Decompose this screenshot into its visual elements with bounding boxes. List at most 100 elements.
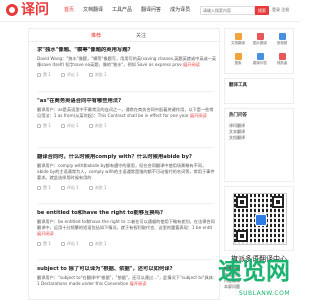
comment-button[interactable]: 评论 1 (60, 72, 79, 78)
view-count: 浏览 1 (94, 72, 107, 77)
tool-label: 翻译问答 (253, 61, 267, 65)
comment-icon (60, 124, 65, 128)
search-input[interactable] (200, 6, 255, 15)
comment-count: 评论 1 (66, 72, 79, 77)
comment-icon (60, 186, 65, 190)
tool-qa[interactable]: 翻译问答 (249, 53, 271, 66)
popular-item[interactable]: 文档翻译 (229, 135, 245, 141)
divider (37, 91, 213, 92)
tab-recommend[interactable]: 推荐 (91, 32, 101, 39)
nav-item-home[interactable]: 首页 (64, 6, 74, 14)
comment-count: 评论 1 (66, 123, 79, 128)
qr-code (233, 193, 287, 245)
comment-button[interactable]: 评论 1 (60, 185, 79, 191)
like-count: 赞 1 (43, 123, 51, 128)
list-item[interactable]: 翻译合同时，什么时候用comply with？什么时候用abide by? 翻译… (37, 154, 217, 191)
list-item[interactable]: subject to 除了可以译为"根据、依据"，还可以如何译? 翻译用户："s… (37, 266, 217, 287)
views-stat: 浏览 1 (88, 241, 106, 247)
article-title[interactable]: subject to 除了可以译为"根据、依据"，还可以如何译? (37, 266, 217, 273)
list-item[interactable]: "as"在商务英语合同中有哪些用法? 翻译用户：as是英语里中不最常见的连词之一… (37, 98, 217, 129)
tools-box-title: 翻译工具 (229, 83, 247, 88)
article-excerpt: 翻译用户：be entitled to和have the right to 二者… (37, 219, 217, 237)
like-count: 赞 1 (43, 72, 51, 77)
excerpt-text: 翻译用户：comply with和abide by都有遵守的意思，但在合同翻译中… (37, 163, 215, 180)
tab-follow[interactable]: 关注 (136, 32, 146, 39)
qr-logo-icon (255, 214, 267, 226)
nav-item-qa[interactable]: 翻译问答 (141, 6, 161, 14)
eye-icon (88, 73, 93, 77)
article-excerpt: 翻译用户："subject to"在翻译中"根据"，"依据"，还可以通过..."… (37, 275, 217, 287)
comment-count: 评论 1 (66, 185, 79, 190)
article-title[interactable]: 翻译合同时，什么时候用comply with？什么时候用abide by? (37, 154, 217, 161)
tool-doc-translate[interactable]: 文档翻译 (227, 33, 249, 46)
article-excerpt: 翻译用户：comply with和abide by都有遵守的意思，但在合同翻译中… (37, 163, 217, 181)
nav-item-doc-translate[interactable]: 文档翻译 (83, 6, 103, 14)
views-stat: 浏览 1 (88, 123, 106, 129)
article-meta: 赞 1 评论 1 浏览 1 (37, 123, 217, 129)
document-icon (234, 33, 242, 40)
tool-label: 音视频 (276, 41, 288, 45)
comment-button[interactable]: 评论 1 (60, 241, 79, 247)
divider (37, 147, 213, 148)
read-more-link[interactable]: 展开阅读 (37, 231, 54, 236)
tool-navigator[interactable]: 领航者 (271, 53, 293, 66)
comment-button[interactable]: 评论 1 (60, 123, 79, 129)
excerpt-text: 翻译用户：be entitled to和have the right to 二者… (37, 219, 215, 230)
comment-count: 评论 1 (66, 241, 79, 246)
article-feed: 推荐 关注 求"独水"像题、"模等"像题的英用写题? David Wang："独… (28, 28, 221, 300)
search-button[interactable]: 搜索 (255, 6, 269, 15)
logo[interactable]: 译问 (6, 2, 49, 18)
list-item[interactable]: be entitled to和have the right to能够互换吗? 翻… (37, 210, 217, 247)
popular-list: 译问翻译 文本翻译 文档翻译 (229, 123, 245, 141)
view-count: 浏览 1 (94, 185, 107, 190)
nav-item-become-translator[interactable]: 成为译员 (170, 6, 190, 14)
like-button[interactable]: 赞 1 (37, 185, 51, 191)
read-more-link[interactable]: 展开阅读 (183, 62, 200, 67)
tool-label: 文档翻译 (231, 41, 245, 45)
tool-grid: 文档翻译 图片翻译 音视频 搜索 翻译问答 领航者 (224, 28, 294, 74)
like-button[interactable]: 赞 1 (37, 72, 51, 78)
comment-icon (60, 73, 65, 77)
article-title[interactable]: "as"在商务英语合同中有哪些用法? (37, 98, 217, 105)
tool-label: 图片翻译 (253, 41, 267, 45)
login-register-links[interactable]: 登录 注册 (272, 7, 289, 13)
thumb-up-icon (37, 124, 41, 128)
excerpt-text: 翻译用户：as是英语里中不最常见的连词之一，通常在商务合同中起着关键作用，以下是… (37, 107, 214, 118)
read-more-link[interactable]: 展开阅读 (130, 281, 147, 286)
views-stat: 浏览 1 (88, 185, 107, 191)
list-item[interactable]: 求"独水"像题、"模等"像题的英用写题? David Wang："独水"像题，"… (37, 47, 217, 78)
thumb-up-icon (37, 242, 41, 246)
nav-item-tools[interactable]: 工具产品 (112, 6, 132, 14)
qr-finder (272, 196, 284, 208)
search-icon (234, 53, 242, 60)
tool-av-translate[interactable]: 音视频 (271, 33, 293, 46)
qr-finder (236, 196, 248, 208)
recommended-item[interactable]: 本屏问题 (224, 284, 294, 290)
thumb-up-icon (37, 186, 41, 190)
like-button[interactable]: 赞 1 (37, 241, 51, 247)
feed-tabs: 推荐 关注 (29, 29, 221, 42)
eye-icon (88, 124, 93, 128)
qr-finder (236, 230, 248, 242)
tool-image-translate[interactable]: 图片翻译 (249, 33, 271, 46)
qr-code-box (224, 186, 294, 251)
top-bar: 译问 首页 文档翻译 工具产品 翻译问答 成为译员 搜索 登录 注册 (0, 0, 300, 22)
comment-icon (60, 242, 65, 246)
divider (37, 203, 213, 204)
like-button[interactable]: 赞 1 (37, 123, 51, 129)
article-title[interactable]: 求"独水"像题、"模等"像题的英用写题? (37, 47, 217, 54)
article-title[interactable]: be entitled to和have the right to能够互换吗? (37, 210, 217, 217)
tool-label: 搜索 (234, 61, 242, 65)
tool-search[interactable]: 搜索 (227, 53, 249, 66)
popular-box: 热门问答 译问翻译 文本翻译 文档翻译 (224, 108, 294, 182)
compass-icon (278, 53, 286, 60)
thumb-up-icon (37, 73, 41, 77)
like-count: 赞 1 (43, 241, 51, 246)
excerpt-text: 翻译用户："subject to"在翻译中"根据"，"依据"，还可以通过..."… (37, 275, 218, 286)
read-more-link[interactable]: 展开阅读 (190, 113, 207, 118)
tool-label: 领航者 (276, 61, 288, 65)
main-nav: 首页 文档翻译 工具产品 翻译问答 成为译员 (64, 6, 199, 14)
question-icon (256, 53, 264, 60)
eye-icon (88, 242, 93, 246)
article-excerpt: David Wang："独水"像题，"模等"像题写，用用写的英(saving c… (37, 56, 217, 68)
